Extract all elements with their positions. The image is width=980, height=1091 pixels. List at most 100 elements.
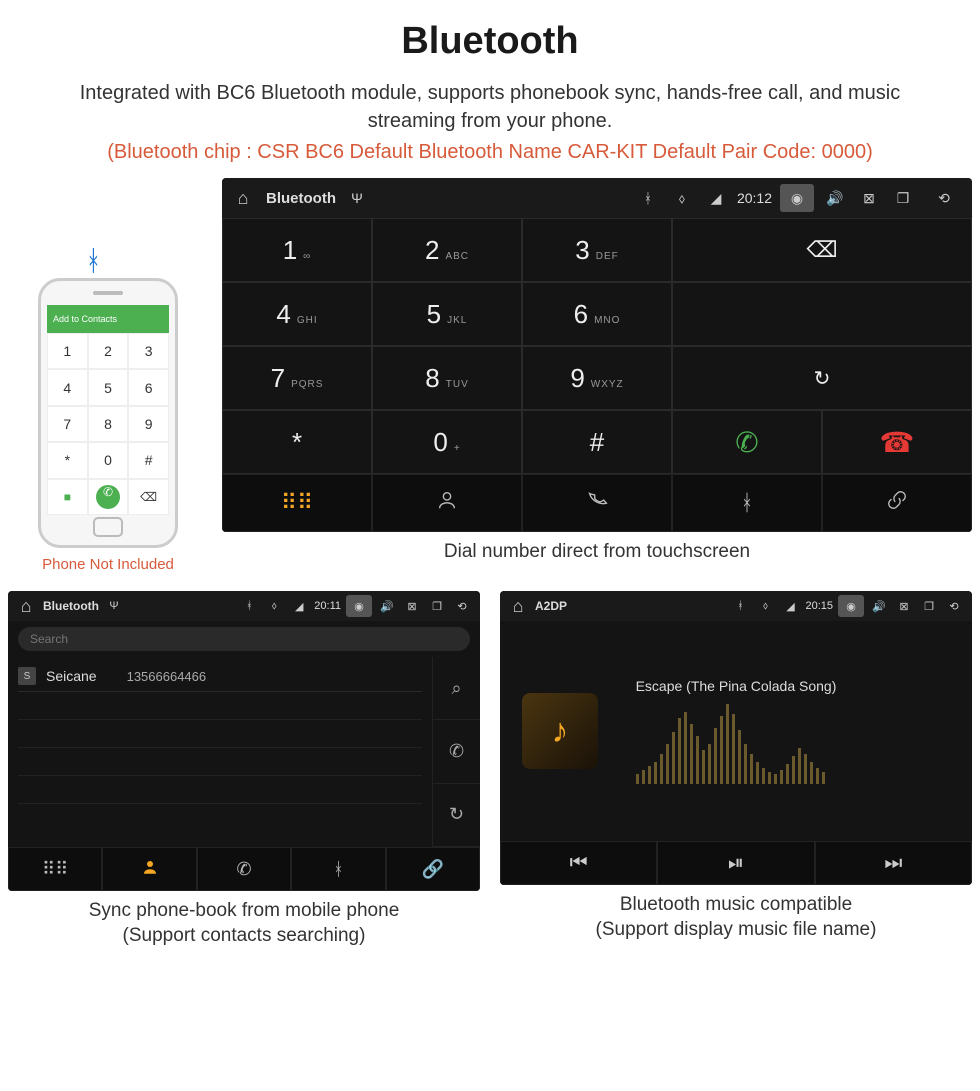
bluetooth-icon: ᚼ bbox=[239, 596, 259, 616]
page-title: Bluetooth bbox=[8, 20, 972, 63]
key-0[interactable]: 0+ bbox=[372, 410, 522, 474]
music-visualizer bbox=[636, 704, 896, 784]
tab-pair[interactable]: 🔗 bbox=[386, 847, 480, 891]
contact-number: 13566664466 bbox=[127, 669, 207, 684]
phone-video-icon: ■ bbox=[47, 479, 88, 515]
bluetooth-signal-icon: ᚼ bbox=[85, 245, 102, 277]
music-note-icon: ♪ bbox=[552, 712, 569, 751]
phone-outline-icon: ✆ bbox=[236, 859, 251, 880]
phonebook-caption-2: (Support contacts searching) bbox=[8, 924, 480, 949]
home-icon[interactable]: ⌂ bbox=[230, 185, 256, 211]
backspace-key[interactable]: ⌫ bbox=[672, 218, 972, 282]
redial-key[interactable]: ↻ bbox=[672, 346, 972, 410]
phone-header-label: Add to Contacts bbox=[53, 314, 117, 324]
sync-button[interactable]: ↻ bbox=[432, 784, 480, 847]
camera-icon[interactable]: ◉ bbox=[780, 184, 814, 212]
person-icon bbox=[141, 858, 159, 881]
close-icon[interactable]: ⊠ bbox=[402, 596, 422, 616]
bluetooth-icon: ᚼ bbox=[635, 185, 661, 211]
key-7[interactable]: 7PQRS bbox=[222, 346, 372, 410]
phone-not-included-label: Phone Not Included bbox=[8, 556, 208, 573]
status-time: 20:12 bbox=[737, 190, 772, 206]
call-contact-button[interactable]: ✆ bbox=[432, 720, 480, 783]
sync-icon: ↻ bbox=[449, 804, 464, 825]
back-icon[interactable]: ⟲ bbox=[924, 185, 964, 211]
empty-cell bbox=[672, 282, 972, 346]
phonebook-caption-1: Sync phone-book from mobile phone bbox=[8, 899, 480, 924]
prev-icon: ⏮ bbox=[570, 852, 588, 875]
key-2[interactable]: 2ABC bbox=[372, 218, 522, 282]
camera-icon[interactable]: ◉ bbox=[838, 595, 864, 617]
phone-keypad: 123 456 789 *0# ■ ✆ ⌫ bbox=[47, 333, 169, 515]
location-icon: ⬨ bbox=[755, 596, 775, 616]
location-icon: ⬨ bbox=[264, 596, 284, 616]
home-icon[interactable]: ⌂ bbox=[16, 596, 36, 616]
usb-icon: Ψ bbox=[104, 596, 124, 616]
key-5[interactable]: 5JKL bbox=[372, 282, 522, 346]
volume-icon[interactable]: 🔊 bbox=[822, 185, 848, 211]
back-icon[interactable]: ⟲ bbox=[944, 596, 964, 616]
back-icon[interactable]: ⟲ bbox=[452, 596, 472, 616]
camera-icon[interactable]: ◉ bbox=[346, 595, 372, 617]
dialer-screen: ⌂ Bluetooth Ψ ᚼ ⬨ ◢ 20:12 ◉ 🔊 ⊠ ❐ ⟲ 1∞ 2 bbox=[222, 178, 972, 532]
phone-outline-icon bbox=[586, 489, 608, 517]
dialpad-icon: ⠿⠿ bbox=[42, 859, 68, 880]
dialpad-icon: ⠿⠿ bbox=[281, 490, 313, 516]
wifi-icon: ◢ bbox=[780, 596, 800, 616]
phone-icon: ✆ bbox=[449, 741, 464, 762]
recents-icon[interactable]: ❐ bbox=[427, 596, 447, 616]
key-4[interactable]: 4GHI bbox=[222, 282, 372, 346]
search-input[interactable] bbox=[18, 627, 470, 651]
hangup-button[interactable]: ☎ bbox=[822, 410, 972, 474]
recents-icon[interactable]: ❐ bbox=[890, 185, 916, 211]
close-icon[interactable]: ⊠ bbox=[856, 185, 882, 211]
recents-icon[interactable]: ❐ bbox=[919, 596, 939, 616]
tab-dialpad[interactable]: ⠿⠿ bbox=[222, 474, 372, 532]
status-title: A2DP bbox=[535, 599, 567, 613]
music-caption-2: (Support display music file name) bbox=[500, 918, 972, 943]
play-pause-button[interactable]: ⏯ bbox=[657, 841, 814, 885]
tab-bluetooth[interactable]: ᚼ bbox=[291, 847, 385, 891]
contact-badge: S bbox=[18, 667, 36, 685]
phone-mockup: ᚼ Add to Contacts 123 456 789 *0# ■ ✆ ⌫ bbox=[38, 278, 178, 548]
close-icon[interactable]: ⊠ bbox=[894, 596, 914, 616]
tab-contacts[interactable] bbox=[372, 474, 522, 532]
key-star[interactable]: * bbox=[222, 410, 372, 474]
key-9[interactable]: 9WXYZ bbox=[522, 346, 672, 410]
tab-history[interactable] bbox=[522, 474, 672, 532]
bluetooth-tab-icon: ᚼ bbox=[333, 859, 344, 880]
person-icon bbox=[436, 489, 458, 517]
tab-pair[interactable] bbox=[822, 474, 972, 532]
key-6[interactable]: 6MNO bbox=[522, 282, 672, 346]
tab-bluetooth[interactable]: ᚼ bbox=[672, 474, 822, 532]
bluetooth-specs: (Bluetooth chip : CSR BC6 Default Blueto… bbox=[8, 141, 972, 164]
volume-icon[interactable]: 🔊 bbox=[377, 596, 397, 616]
home-icon[interactable]: ⌂ bbox=[508, 596, 528, 616]
album-art: ♪ bbox=[522, 693, 598, 769]
wifi-icon: ◢ bbox=[703, 185, 729, 211]
dialer-caption: Dial number direct from touchscreen bbox=[222, 540, 972, 565]
tab-contacts[interactable] bbox=[102, 847, 196, 891]
key-3[interactable]: 3DEF bbox=[522, 218, 672, 282]
contact-name: Seicane bbox=[46, 668, 97, 684]
status-time: 20:15 bbox=[805, 600, 833, 612]
call-button[interactable]: ✆ bbox=[672, 410, 822, 474]
status-title: Bluetooth bbox=[266, 190, 336, 207]
volume-icon[interactable]: 🔊 bbox=[869, 596, 889, 616]
search-icon: ⌕ bbox=[451, 678, 461, 699]
tab-dialpad[interactable]: ⠿⠿ bbox=[8, 847, 102, 891]
key-hash[interactable]: # bbox=[522, 410, 672, 474]
key-8[interactable]: 8TUV bbox=[372, 346, 522, 410]
tab-history[interactable]: ✆ bbox=[197, 847, 291, 891]
search-button[interactable]: ⌕ bbox=[432, 657, 480, 720]
phone-backspace-icon: ⌫ bbox=[128, 479, 169, 515]
track-title: Escape (The Pina Colada Song) bbox=[636, 678, 837, 694]
music-screen: ⌂ A2DP ᚼ ⬨ ◢ 20:15 ◉ 🔊 ⊠ ❐ ⟲ Escape (The… bbox=[500, 591, 972, 885]
next-track-button[interactable]: ⏭ bbox=[815, 841, 972, 885]
key-1[interactable]: 1∞ bbox=[222, 218, 372, 282]
prev-track-button[interactable]: ⏮ bbox=[500, 841, 657, 885]
phone-call-icon: ✆ bbox=[96, 485, 120, 509]
status-time: 20:11 bbox=[314, 600, 341, 612]
contact-row[interactable]: S Seicane 13566664466 bbox=[18, 661, 422, 692]
usb-icon: Ψ bbox=[344, 185, 370, 211]
